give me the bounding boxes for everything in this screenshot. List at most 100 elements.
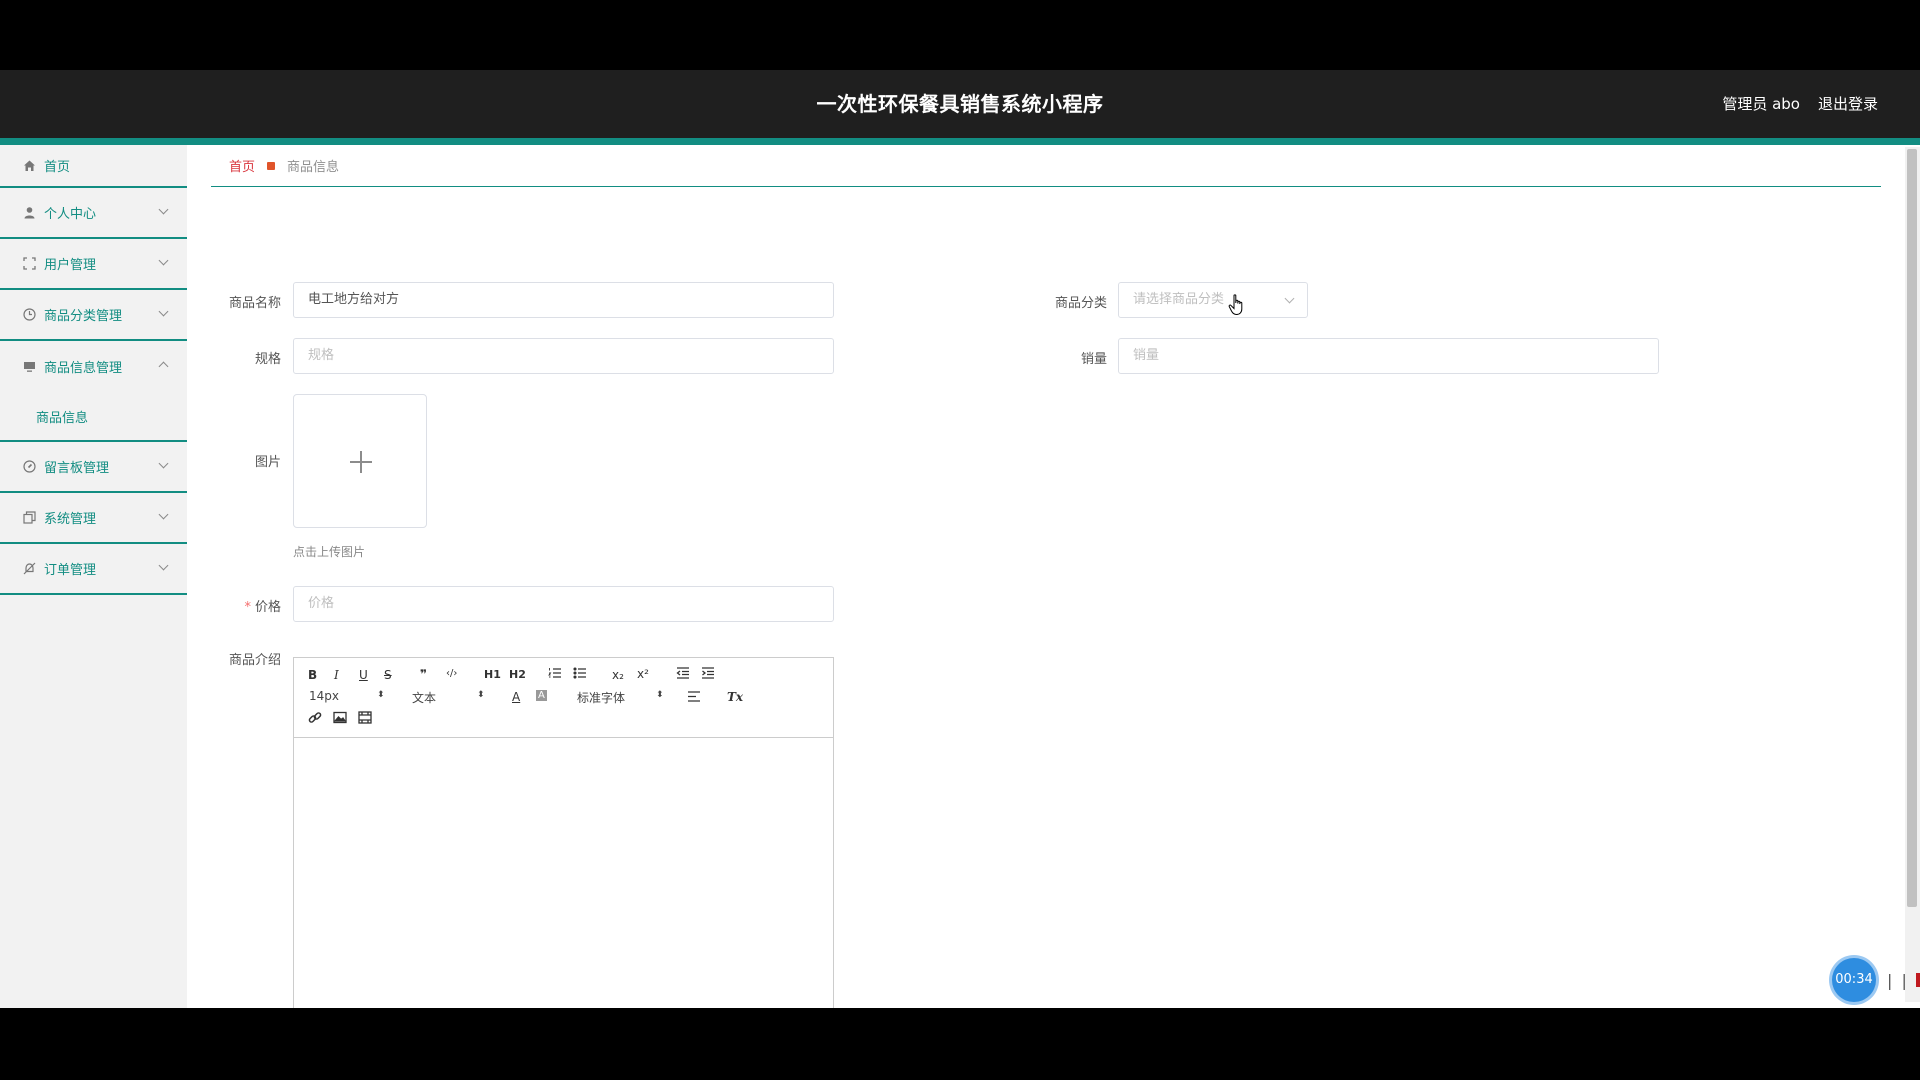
align-icon[interactable]: [687, 690, 701, 706]
sidebar-item-category[interactable]: 商品分类管理: [0, 290, 187, 341]
font-family-value: 标准字体: [577, 691, 626, 705]
select-arrows-icon: ⬍: [377, 690, 385, 700]
header-select[interactable]: 文本 ⬍: [412, 689, 488, 705]
breadcrumb: 首页 商品信息: [211, 145, 1881, 187]
bell-off-icon: [22, 562, 36, 576]
sidebar-item-label: 商品分类管理: [44, 309, 123, 324]
sidebar-item-label: 订单管理: [44, 563, 97, 578]
pause-icon[interactable]: | |: [1887, 971, 1909, 990]
superscript-button[interactable]: x²: [637, 667, 649, 681]
underline-button[interactable]: U: [359, 668, 368, 682]
breadcrumb-current: 商品信息: [287, 160, 340, 175]
font-size-value: 14px: [309, 689, 339, 703]
chevron-up-icon: [158, 361, 169, 372]
product-name-label: 商品名称: [228, 296, 281, 311]
page-scrollbar[interactable]: [1905, 147, 1920, 1002]
sidebar-item-messages[interactable]: 留言板管理: [0, 442, 187, 493]
chevron-down-icon: [158, 509, 169, 520]
outdent-icon[interactable]: [676, 666, 690, 683]
sidebar-item-users[interactable]: 用户管理: [0, 239, 187, 290]
h1-button[interactable]: H1: [484, 668, 501, 681]
image-upload-button[interactable]: [293, 394, 427, 528]
select-arrows-icon: ⬍: [656, 690, 664, 700]
sidebar-item-home[interactable]: 首页: [0, 145, 187, 188]
subscript-button[interactable]: x₂: [612, 668, 624, 682]
sales-label: 销量: [1080, 352, 1107, 367]
clear-format-button[interactable]: Tx: [727, 690, 743, 704]
editor-body[interactable]: [294, 738, 833, 1008]
font-family-select[interactable]: 标准字体 ⬍: [577, 689, 667, 705]
upload-hint: 点击上传图片: [293, 545, 366, 559]
scrollbar-thumb[interactable]: [1907, 149, 1917, 907]
sidebar-item-label: 商品信息管理: [44, 361, 123, 376]
image-icon[interactable]: [333, 711, 347, 727]
code-block-button[interactable]: ‹/›: [446, 668, 457, 679]
hand-cursor-icon: [1228, 294, 1243, 316]
font-size-select[interactable]: 14px ⬍: [309, 689, 385, 705]
app-screen: 一次性环保餐具销售系统小程序 管理员 abo 退出登录 首页 个人中心 用户管理: [0, 70, 1920, 1008]
logout-button[interactable]: 退出登录: [1818, 70, 1878, 138]
product-name-input[interactable]: 电工地方给对方: [293, 282, 834, 318]
sidebar-item-label: 用户管理: [44, 258, 97, 273]
sidebar-item-system[interactable]: 系统管理: [0, 493, 187, 544]
breadcrumb-separator-icon: [267, 161, 276, 170]
expand-icon: [22, 257, 36, 271]
main-content: 首页 商品信息 商品名称 电工地方给对方 商品分类 请选择商品分类 规格 规格 …: [211, 145, 1881, 1008]
ordered-list-icon[interactable]: [548, 666, 562, 683]
breadcrumb-home[interactable]: 首页: [229, 156, 255, 175]
sidebar-item-label: 留言板管理: [44, 461, 110, 476]
required-marker: *: [244, 600, 251, 615]
monitor-icon: [22, 360, 36, 374]
link-icon[interactable]: [308, 711, 322, 728]
sales-input[interactable]: 销量: [1118, 338, 1659, 374]
category-select[interactable]: 请选择商品分类: [1118, 282, 1308, 318]
rich-text-editor: B I U S ❞ ‹/› H1 H2 x₂ x² 14px ⬍ 文本 ⬍ A …: [293, 657, 834, 1008]
chevron-down-icon: [158, 255, 169, 266]
editor-toolbar: B I U S ❞ ‹/› H1 H2 x₂ x² 14px ⬍ 文本 ⬍ A …: [294, 658, 833, 738]
blockquote-button[interactable]: ❞: [420, 667, 427, 681]
price-label: * 价格: [211, 596, 281, 615]
compass-icon: [22, 460, 36, 474]
chevron-down-icon: [158, 458, 169, 469]
spec-input[interactable]: 规格: [293, 338, 834, 374]
strike-button[interactable]: S: [384, 668, 392, 682]
chevron-down-icon: [1284, 293, 1295, 304]
sidebar-item-label: 首页: [44, 160, 71, 175]
italic-button[interactable]: I: [334, 668, 339, 682]
bullet-list-icon[interactable]: [573, 666, 587, 683]
sidebar-item-orders[interactable]: 订单管理: [0, 544, 187, 595]
current-user: 管理员 abo: [1722, 95, 1800, 113]
video-icon[interactable]: [358, 711, 372, 727]
indent-icon[interactable]: [701, 666, 715, 683]
font-color-button[interactable]: A: [512, 690, 520, 704]
chevron-down-icon: [158, 204, 169, 215]
price-label-text: 价格: [254, 600, 281, 615]
sidebar-item-product[interactable]: 商品信息管理: [0, 341, 187, 392]
h2-button[interactable]: H2: [509, 668, 526, 681]
home-icon: [22, 159, 36, 173]
recording-timer: 00:34: [1832, 958, 1876, 1002]
sidebar-subitem-product-info[interactable]: 商品信息: [0, 392, 187, 442]
image-label: 图片: [254, 455, 281, 470]
background-color-button[interactable]: A: [536, 690, 547, 701]
intro-label: 商品介绍: [228, 653, 281, 668]
category-label: 商品分类: [1054, 296, 1107, 311]
sidebar: 首页 个人中心 用户管理 商品分类管理 商品信息管理 商品信息 留言板管理 系统…: [0, 145, 187, 1008]
spec-label: 规格: [254, 352, 281, 367]
user-icon: [22, 206, 36, 220]
top-header: 一次性环保餐具销售系统小程序 管理员 abo 退出登录: [0, 70, 1920, 138]
sidebar-item-label: 系统管理: [44, 512, 97, 527]
clock-icon: [22, 308, 36, 322]
price-input[interactable]: 价格: [293, 586, 834, 622]
category-placeholder: 请选择商品分类: [1133, 292, 1225, 307]
copy-icon: [22, 511, 36, 525]
sidebar-item-personal[interactable]: 个人中心: [0, 188, 187, 239]
bold-button[interactable]: B: [308, 668, 317, 682]
stop-icon[interactable]: [1916, 973, 1920, 987]
header-select-value: 文本: [412, 691, 437, 705]
sidebar-item-label: 个人中心: [44, 207, 97, 222]
chevron-down-icon: [158, 560, 169, 571]
header-accent-bar: [0, 138, 1920, 145]
app-title: 一次性环保餐具销售系统小程序: [816, 92, 1104, 116]
chevron-down-icon: [158, 306, 169, 317]
